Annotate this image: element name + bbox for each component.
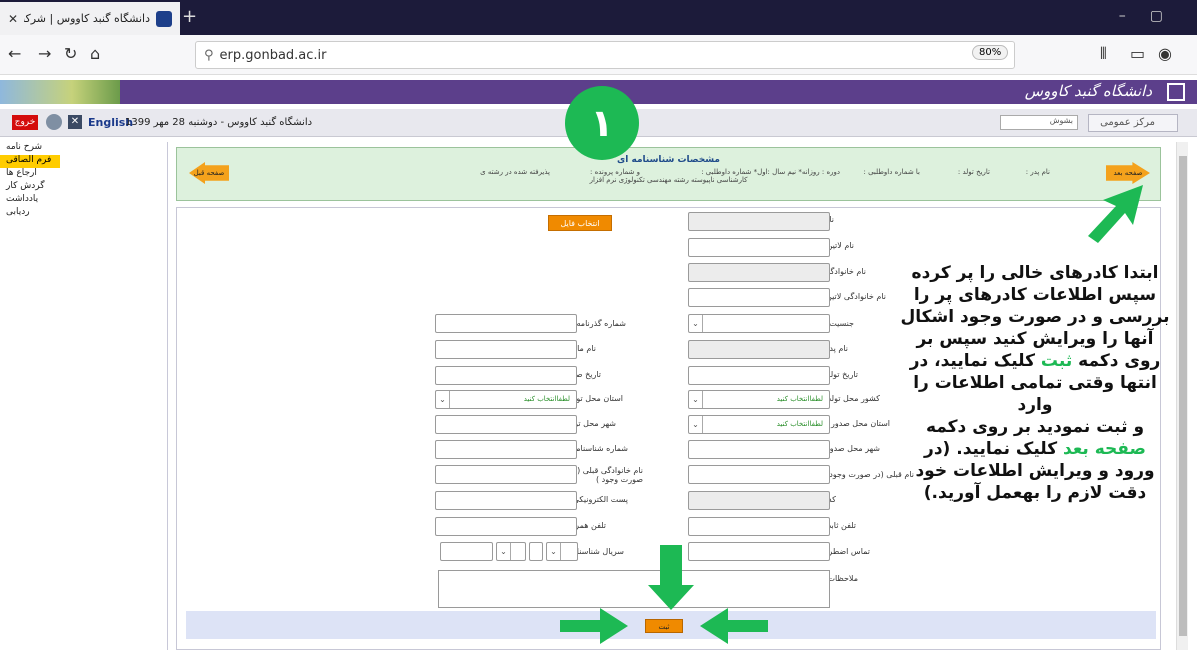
instruction-fragment: کلیک نمایید، در [909,351,1041,371]
instruction-line: آنها را ویرایش کنید سپس بر [916,329,1154,349]
instruction-fragment: روی دکمه [1072,351,1161,371]
next-page-keyword: صفحه بعد [1063,439,1146,459]
arrow-left-to-submit-icon [700,608,768,644]
arrow-right-to-submit-icon [560,608,628,644]
instruction-line: صفحه بعد کلیک نمایید. (در [900,438,1170,460]
arrow-down-to-submit-icon [648,545,694,610]
instruction-line: سپس اطلاعات کادرهای پر را [913,285,1157,305]
instruction-line: دقت لازم را بهعمل آورید.) [923,483,1147,503]
instruction-line: بررسی و در صورت وجود اشکال [900,307,1170,327]
instruction-line: ورود و ویرایش اطلاعات خود [915,461,1155,481]
submit-keyword: ثبت [1040,351,1073,371]
instruction-line: روی دکمه ثبت کلیک نمایید، در [900,350,1170,372]
instruction-line: ابتدا کادرهای خالی را پر کرده [911,263,1159,283]
instruction-line: و ثبت نمودید بر روی دکمه [925,417,1145,437]
instructions-text: ابتدا کادرهای خالی را پر کرده سپس اطلاعا… [900,262,1170,504]
instruction-fragment: کلیک نمایید. (در [924,439,1064,459]
arrow-to-next-page-icon [1088,185,1143,243]
instruction-line: انتها وقتی تمامی اطلاعات را وارد [913,373,1157,415]
